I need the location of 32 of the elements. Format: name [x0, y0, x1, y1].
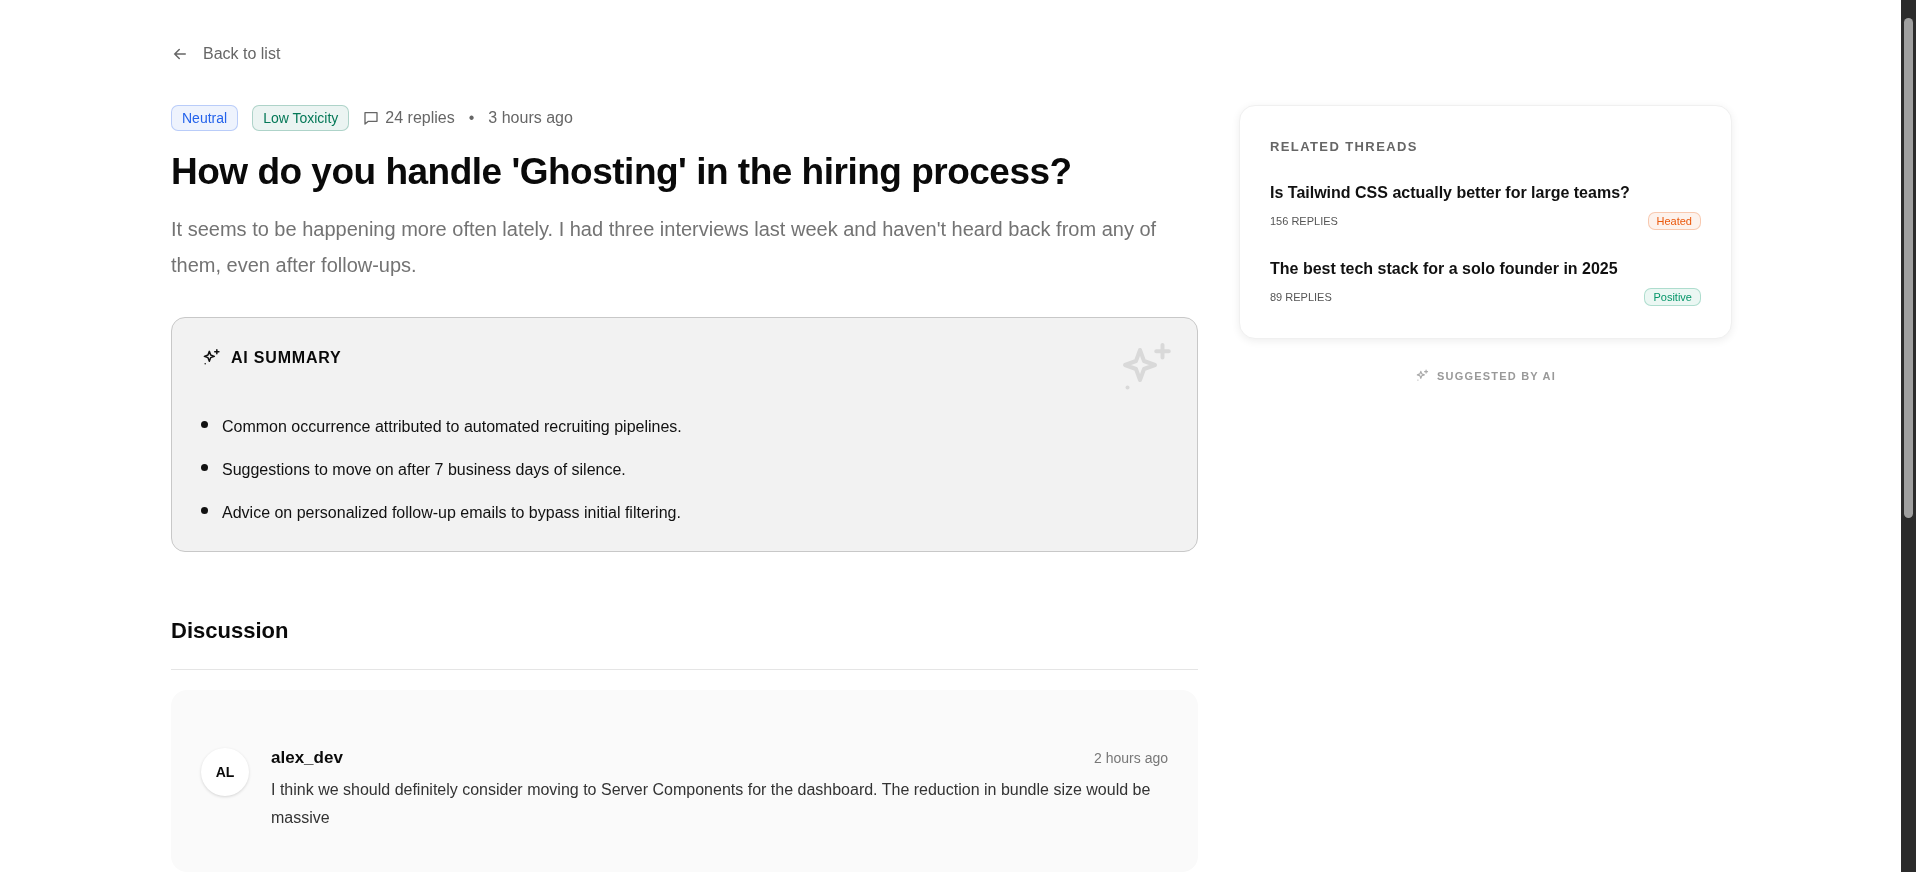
thread-title[interactable]: Is Tailwind CSS actually better for large teams? — [1270, 184, 1701, 202]
avatar: AL — [201, 748, 249, 796]
thread-replies: 89 REPLIES — [1270, 291, 1332, 303]
post-time: 3 hours ago — [488, 109, 573, 127]
discussion-heading: Discussion — [171, 618, 290, 645]
reply-count: 24 replies — [385, 109, 455, 127]
summary-title: AI SUMMARY — [231, 349, 342, 367]
sentiment-tag: Positive — [1644, 288, 1701, 306]
thread-title[interactable]: The best tech stack for a solo founder in 2025 — [1270, 260, 1701, 278]
bullet-icon — [201, 420, 208, 428]
back-link[interactable]: Back to list — [171, 45, 281, 63]
post-title: How do you handle 'Ghosting' in the hiring process? — [171, 151, 1073, 193]
summary-point: Common occurrence attributed to automated recruiting pipelines. — [222, 418, 682, 436]
scrollbar[interactable] — [1901, 0, 1916, 872]
tag: Neutral — [171, 105, 239, 131]
summary-point: Suggestions to move on after 7 business days of silence. — [222, 461, 626, 479]
thread-replies: 156 REPLIES — [1270, 215, 1338, 227]
bullet-icon — [201, 463, 208, 471]
bullet-icon — [201, 506, 208, 514]
sparkle-icon — [1415, 369, 1430, 383]
suggested-label: SUGGESTED BY AI — [1437, 370, 1556, 382]
related-threads-heading: RELATED THREADS — [1270, 139, 1419, 154]
summary-point: Advice on personalized follow-up emails to bypass initial filtering. — [222, 504, 681, 522]
post-body: It seems to be happening more often lately. I had three interviews last week and haven't heard back from any of them, even after follow-ups. — [171, 217, 1158, 278]
comment-time: 2 hours ago — [1094, 750, 1168, 766]
comment-author: alex_dev — [271, 748, 343, 768]
comment-icon — [363, 110, 380, 126]
scroll-thumb[interactable] — [1904, 18, 1913, 518]
tag: Low Toxicity — [252, 105, 350, 131]
comment-text: I think we should definitely consider moving to Server Components for the dashboard. The reduction in bundle size would be massive — [271, 780, 1152, 828]
sentiment-tag: Heated — [1647, 212, 1701, 230]
separator-dot: • — [468, 109, 475, 127]
